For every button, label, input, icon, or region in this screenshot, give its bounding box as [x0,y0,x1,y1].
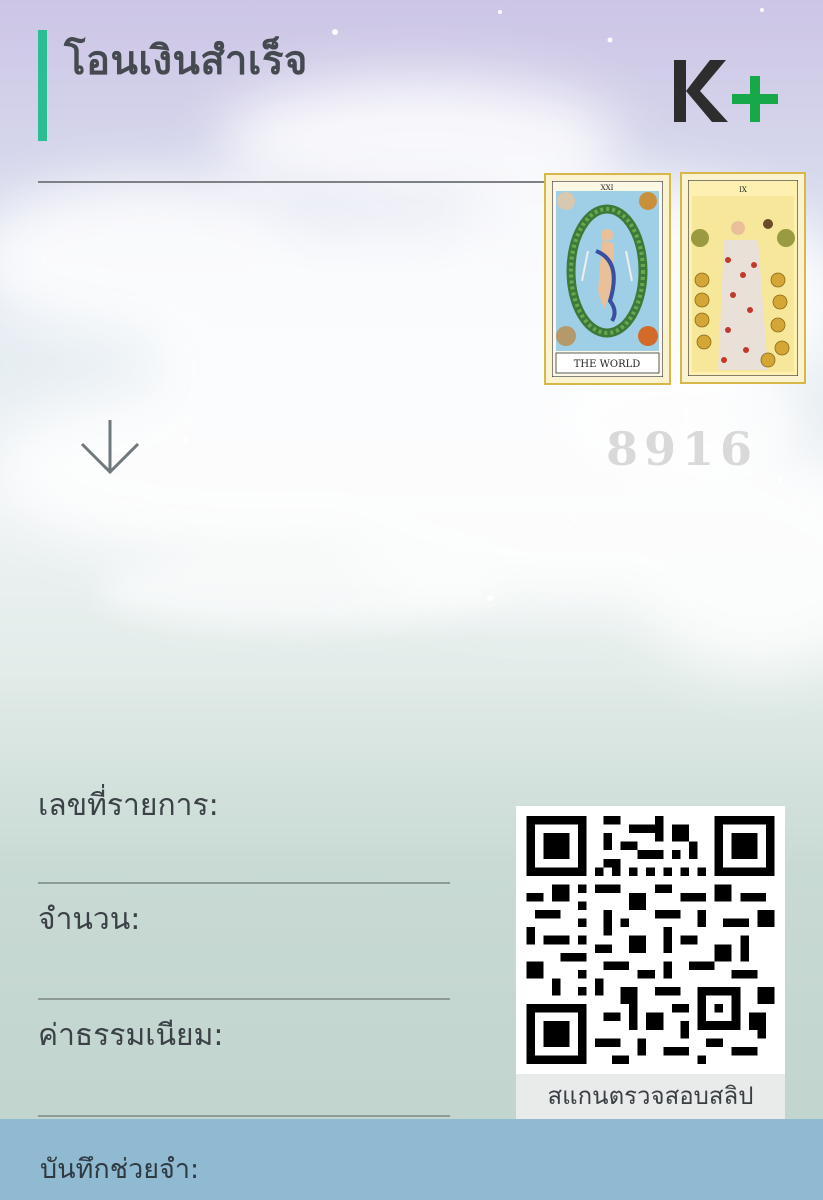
qr-caption: สแกนตรวจสอบสลิป [516,1074,785,1119]
field-divider [38,882,450,884]
memo-label: บันทึกช่วยจำ: [40,1154,200,1185]
memo-footer[interactable]: บันทึกช่วยจำ: [0,1119,823,1200]
arrow-down-icon [80,420,140,475]
header-divider [38,181,558,183]
qr-code[interactable] [516,806,785,1074]
tarot-card-world: XXI THE WORLD [544,173,671,385]
amount-label: จำนวน: [38,902,141,937]
kplus-logo [674,60,778,122]
title-accent-bar [38,30,47,141]
reference-number: 8916 [606,422,759,476]
field-divider [38,998,450,1000]
pentacles-card-illustration: IX [688,180,798,376]
page-title: โอนเงินสำเร็จ [64,38,308,84]
world-card-illustration: XXI THE WORLD [552,181,663,377]
field-divider [38,1115,450,1117]
transaction-id-label: เลขที่รายการ: [38,788,219,823]
card-caption: THE WORLD [574,359,641,370]
qr-code-icon [526,816,775,1064]
card-numeral: XXI [601,184,614,192]
tarot-card-nine-pentacles: IX [680,172,806,384]
card-numeral: IX [739,186,747,194]
qr-verify-block[interactable]: สแกนตรวจสอบสลิป [516,806,785,1119]
fee-label: ค่าธรรมเนียม: [38,1018,224,1053]
